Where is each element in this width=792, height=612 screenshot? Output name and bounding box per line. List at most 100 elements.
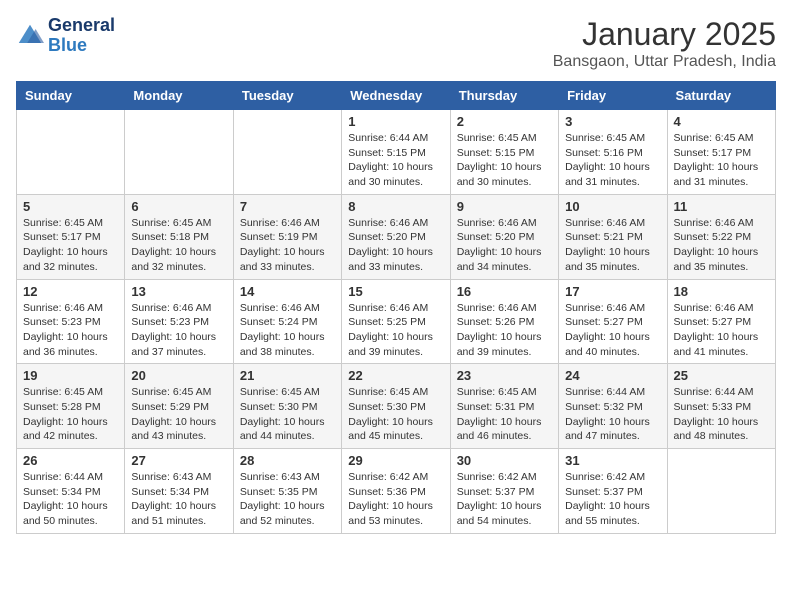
day-info: Sunrise: 6:42 AMSunset: 5:36 PMDaylight:… [348, 470, 443, 529]
calendar-day-cell: 1 Sunrise: 6:44 AMSunset: 5:15 PMDaylight… [342, 110, 450, 195]
weekday-header-cell: Monday [125, 82, 233, 110]
weekday-header-cell: Sunday [17, 82, 125, 110]
day-number: 4 [674, 114, 769, 129]
day-number: 2 [457, 114, 552, 129]
calendar-body: 1 Sunrise: 6:44 AMSunset: 5:15 PMDaylight… [17, 110, 776, 534]
day-number: 23 [457, 368, 552, 383]
calendar-day-cell: 9 Sunrise: 6:46 AMSunset: 5:20 PMDaylight… [450, 194, 558, 279]
day-number: 9 [457, 199, 552, 214]
day-number: 26 [23, 453, 118, 468]
calendar-day-cell: 17 Sunrise: 6:46 AMSunset: 5:27 PMDayligh… [559, 279, 667, 364]
day-info: Sunrise: 6:45 AMSunset: 5:28 PMDaylight:… [23, 385, 118, 444]
calendar-day-cell: 8 Sunrise: 6:46 AMSunset: 5:20 PMDaylight… [342, 194, 450, 279]
calendar-day-cell: 10 Sunrise: 6:46 AMSunset: 5:21 PMDayligh… [559, 194, 667, 279]
day-info: Sunrise: 6:46 AMSunset: 5:24 PMDaylight:… [240, 301, 335, 360]
logo-line1: General [48, 16, 115, 36]
day-number: 19 [23, 368, 118, 383]
weekday-header-cell: Wednesday [342, 82, 450, 110]
day-info: Sunrise: 6:46 AMSunset: 5:26 PMDaylight:… [457, 301, 552, 360]
day-info: Sunrise: 6:46 AMSunset: 5:27 PMDaylight:… [565, 301, 660, 360]
day-number: 8 [348, 199, 443, 214]
calendar-week-row: 19 Sunrise: 6:45 AMSunset: 5:28 PMDayligh… [17, 364, 776, 449]
day-number: 18 [674, 284, 769, 299]
day-number: 27 [131, 453, 226, 468]
day-info: Sunrise: 6:44 AMSunset: 5:34 PMDaylight:… [23, 470, 118, 529]
calendar-table: SundayMondayTuesdayWednesdayThursdayFrid… [16, 81, 776, 534]
day-number: 31 [565, 453, 660, 468]
day-number: 11 [674, 199, 769, 214]
day-info: Sunrise: 6:43 AMSunset: 5:34 PMDaylight:… [131, 470, 226, 529]
day-info: Sunrise: 6:46 AMSunset: 5:23 PMDaylight:… [131, 301, 226, 360]
day-info: Sunrise: 6:46 AMSunset: 5:22 PMDaylight:… [674, 216, 769, 275]
day-number: 22 [348, 368, 443, 383]
day-info: Sunrise: 6:45 AMSunset: 5:30 PMDaylight:… [240, 385, 335, 444]
day-info: Sunrise: 6:42 AMSunset: 5:37 PMDaylight:… [457, 470, 552, 529]
logo-icon [16, 22, 44, 50]
day-info: Sunrise: 6:46 AMSunset: 5:20 PMDaylight:… [348, 216, 443, 275]
title-block: January 2025 Bansgaon, Uttar Pradesh, In… [553, 16, 776, 71]
calendar-day-cell: 25 Sunrise: 6:44 AMSunset: 5:33 PMDayligh… [667, 364, 775, 449]
day-number: 20 [131, 368, 226, 383]
page-header: General Blue January 2025 Bansgaon, Utta… [16, 16, 776, 71]
day-number: 29 [348, 453, 443, 468]
calendar-day-cell: 16 Sunrise: 6:46 AMSunset: 5:26 PMDayligh… [450, 279, 558, 364]
calendar-day-cell: 20 Sunrise: 6:45 AMSunset: 5:29 PMDayligh… [125, 364, 233, 449]
logo-text: General Blue [48, 16, 115, 56]
day-number: 10 [565, 199, 660, 214]
day-number: 16 [457, 284, 552, 299]
day-number: 3 [565, 114, 660, 129]
calendar-day-cell: 14Sunrise: 6:46 AMSunset: 5:24 PMDayligh… [233, 279, 341, 364]
day-info: Sunrise: 6:43 AMSunset: 5:35 PMDaylight:… [240, 470, 335, 529]
calendar-week-row: 12 Sunrise: 6:46 AMSunset: 5:23 PMDayligh… [17, 279, 776, 364]
calendar-day-cell: 6Sunrise: 6:45 AMSunset: 5:18 PMDaylight… [125, 194, 233, 279]
calendar-day-cell: 18Sunrise: 6:46 AMSunset: 5:27 PMDayligh… [667, 279, 775, 364]
day-number: 25 [674, 368, 769, 383]
day-info: Sunrise: 6:45 AMSunset: 5:29 PMDaylight:… [131, 385, 226, 444]
day-info: Sunrise: 6:45 AMSunset: 5:17 PMDaylight:… [23, 216, 118, 275]
day-number: 5 [23, 199, 118, 214]
day-number: 7 [240, 199, 335, 214]
calendar-day-cell: 19 Sunrise: 6:45 AMSunset: 5:28 PMDayligh… [17, 364, 125, 449]
day-number: 30 [457, 453, 552, 468]
calendar-day-cell: 31 Sunrise: 6:42 AMSunset: 5:37 PMDayligh… [559, 449, 667, 534]
calendar-day-cell: 24Sunrise: 6:44 AMSunset: 5:32 PMDayligh… [559, 364, 667, 449]
day-number: 1 [348, 114, 443, 129]
month-title: January 2025 [553, 16, 776, 53]
calendar-day-cell: 23 Sunrise: 6:45 AMSunset: 5:31 PMDayligh… [450, 364, 558, 449]
day-info: Sunrise: 6:46 AMSunset: 5:25 PMDaylight:… [348, 301, 443, 360]
calendar-week-row: 5 Sunrise: 6:45 AMSunset: 5:17 PMDaylight… [17, 194, 776, 279]
calendar-day-cell: 27 Sunrise: 6:43 AMSunset: 5:34 PMDayligh… [125, 449, 233, 534]
day-number: 12 [23, 284, 118, 299]
calendar-day-cell: 21 Sunrise: 6:45 AMSunset: 5:30 PMDayligh… [233, 364, 341, 449]
calendar-day-cell: 28Sunrise: 6:43 AMSunset: 5:35 PMDayligh… [233, 449, 341, 534]
calendar-day-cell: 5 Sunrise: 6:45 AMSunset: 5:17 PMDaylight… [17, 194, 125, 279]
day-info: Sunrise: 6:45 AMSunset: 5:15 PMDaylight:… [457, 131, 552, 190]
day-number: 15 [348, 284, 443, 299]
day-info: Sunrise: 6:45 AMSunset: 5:30 PMDaylight:… [348, 385, 443, 444]
calendar-day-cell: 13 Sunrise: 6:46 AMSunset: 5:23 PMDayligh… [125, 279, 233, 364]
calendar-day-cell [125, 110, 233, 195]
day-number: 6 [131, 199, 226, 214]
day-info: Sunrise: 6:46 AMSunset: 5:20 PMDaylight:… [457, 216, 552, 275]
day-number: 17 [565, 284, 660, 299]
logo: General Blue [16, 16, 115, 56]
day-number: 21 [240, 368, 335, 383]
calendar-day-cell: 26 Sunrise: 6:44 AMSunset: 5:34 PMDayligh… [17, 449, 125, 534]
day-info: Sunrise: 6:45 AMSunset: 5:31 PMDaylight:… [457, 385, 552, 444]
calendar-day-cell [667, 449, 775, 534]
calendar-day-cell: 11 Sunrise: 6:46 AMSunset: 5:22 PMDayligh… [667, 194, 775, 279]
day-info: Sunrise: 6:45 AMSunset: 5:17 PMDaylight:… [674, 131, 769, 190]
day-info: Sunrise: 6:44 AMSunset: 5:33 PMDaylight:… [674, 385, 769, 444]
logo-line2: Blue [48, 36, 115, 56]
day-info: Sunrise: 6:42 AMSunset: 5:37 PMDaylight:… [565, 470, 660, 529]
day-info: Sunrise: 6:45 AMSunset: 5:16 PMDaylight:… [565, 131, 660, 190]
day-info: Sunrise: 6:46 AMSunset: 5:21 PMDaylight:… [565, 216, 660, 275]
day-info: Sunrise: 6:44 AMSunset: 5:15 PMDaylight:… [348, 131, 443, 190]
day-number: 13 [131, 284, 226, 299]
calendar-day-cell: 22 Sunrise: 6:45 AMSunset: 5:30 PMDayligh… [342, 364, 450, 449]
calendar-day-cell: 2 Sunrise: 6:45 AMSunset: 5:15 PMDaylight… [450, 110, 558, 195]
weekday-header-cell: Thursday [450, 82, 558, 110]
day-info: Sunrise: 6:44 AMSunset: 5:32 PMDaylight:… [565, 385, 660, 444]
weekday-header-row: SundayMondayTuesdayWednesdayThursdayFrid… [17, 82, 776, 110]
calendar-week-row: 1 Sunrise: 6:44 AMSunset: 5:15 PMDaylight… [17, 110, 776, 195]
